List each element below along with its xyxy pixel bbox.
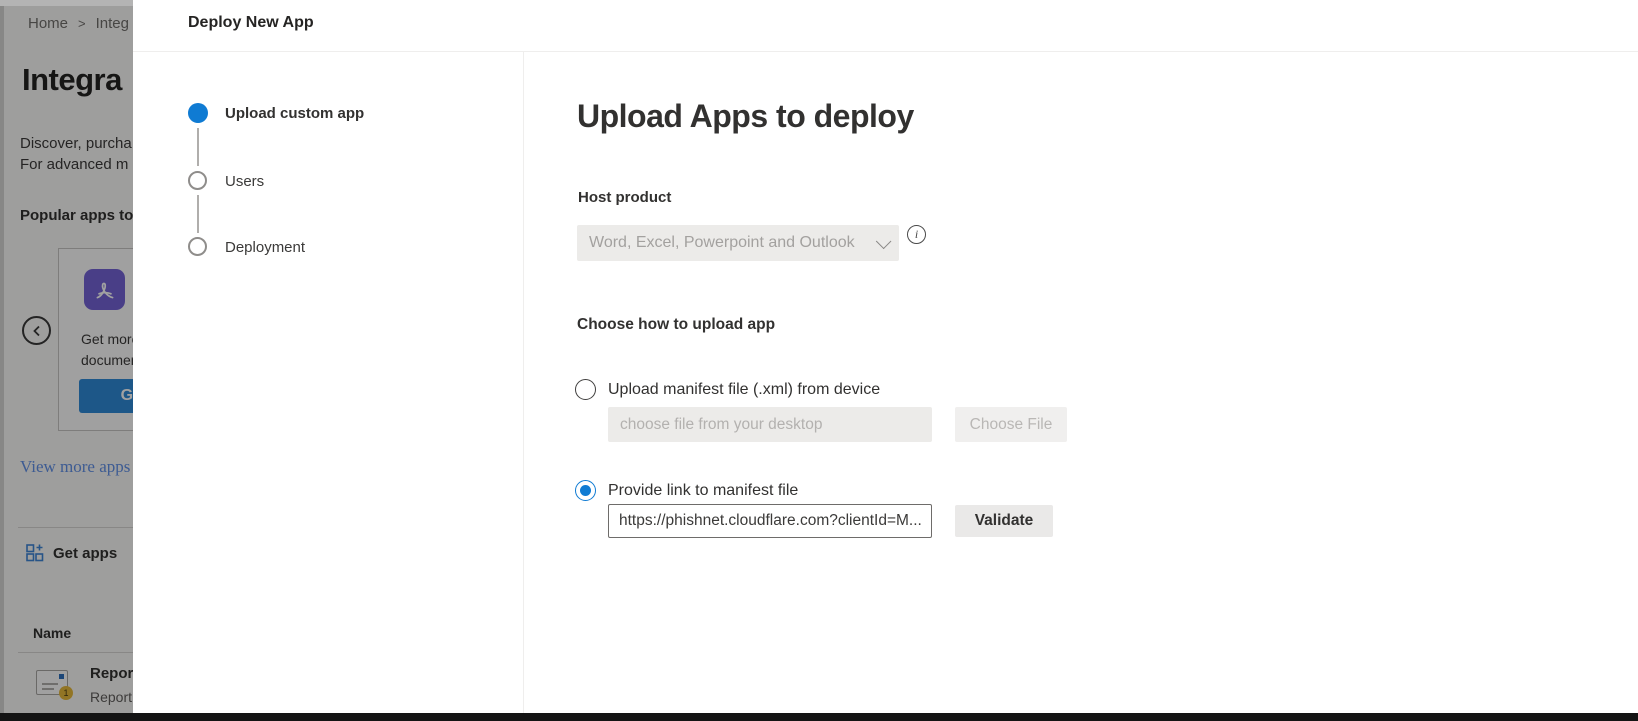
- bottom-bar: [0, 713, 1638, 721]
- choose-file-button[interactable]: Choose File: [955, 407, 1067, 442]
- step-label-deployment[interactable]: Deployment: [225, 239, 305, 256]
- carousel-previous-button[interactable]: [22, 316, 51, 345]
- notification-badge: 1: [59, 686, 73, 700]
- radio-upload-manifest-label[interactable]: Upload manifest file (.xml) from device: [608, 381, 880, 399]
- popular-apps-label: Popular apps to: [20, 207, 133, 224]
- host-product-dropdown[interactable]: Word, Excel, Powerpoint and Outlook: [577, 225, 899, 261]
- chevron-left-icon: [30, 324, 44, 338]
- chevron-down-icon: [876, 233, 892, 249]
- deploy-new-app-panel: Deploy New App Upload custom app Users D…: [133, 0, 1638, 713]
- host-product-label: Host product: [578, 189, 671, 206]
- breadcrumb-separator-icon: >: [78, 16, 86, 31]
- card-text-line2: documen: [81, 352, 139, 368]
- choose-how-label: Choose how to upload app: [577, 316, 775, 334]
- step-connector: [197, 195, 199, 233]
- radio-provide-link[interactable]: [575, 480, 596, 501]
- screen: Home > Integ Integra Discover, purcha Fo…: [0, 0, 1638, 721]
- page-description-line2: For advanced m: [20, 156, 128, 173]
- panel-title: Deploy New App: [188, 14, 314, 32]
- step-indicator-upload-custom-app: [188, 103, 208, 123]
- adobe-acrobat-icon: [84, 269, 125, 310]
- steps-content-divider: [523, 52, 524, 713]
- info-icon[interactable]: i: [907, 225, 926, 244]
- table-row-title[interactable]: Repor: [90, 665, 133, 682]
- view-more-apps-link[interactable]: View more apps: [20, 457, 130, 477]
- form-heading: Upload Apps to deploy: [577, 98, 914, 135]
- apps-add-icon: [25, 543, 45, 563]
- page-title: Integra: [22, 62, 122, 98]
- table-row-subtitle: Report: [90, 689, 132, 705]
- panel-header-divider: [133, 51, 1638, 52]
- breadcrumb-current: Integ: [96, 15, 129, 32]
- radio-provide-link-label[interactable]: Provide link to manifest file: [608, 482, 798, 500]
- page-description-line1: Discover, purcha: [20, 135, 132, 152]
- card-text-line1: Get more: [81, 331, 139, 347]
- get-apps-button[interactable]: Get apps: [25, 543, 117, 563]
- file-path-input[interactable]: [608, 407, 932, 442]
- host-product-value: Word, Excel, Powerpoint and Outlook: [589, 234, 855, 252]
- step-label-upload-custom-app[interactable]: Upload custom app: [225, 105, 364, 122]
- step-indicator-users: [188, 171, 207, 190]
- manifest-url-input[interactable]: [608, 504, 932, 538]
- table-name-header[interactable]: Name: [33, 625, 71, 641]
- step-connector: [197, 128, 199, 166]
- validate-button[interactable]: Validate: [955, 505, 1053, 537]
- get-apps-label: Get apps: [53, 545, 117, 562]
- window-edge: [0, 6, 4, 713]
- report-app-icon: 1: [36, 670, 68, 695]
- radio-upload-manifest-file[interactable]: [575, 379, 596, 400]
- step-indicator-deployment: [188, 237, 207, 256]
- breadcrumb-home-link[interactable]: Home: [28, 15, 68, 32]
- step-label-users[interactable]: Users: [225, 173, 264, 190]
- breadcrumb: Home > Integ: [28, 15, 129, 32]
